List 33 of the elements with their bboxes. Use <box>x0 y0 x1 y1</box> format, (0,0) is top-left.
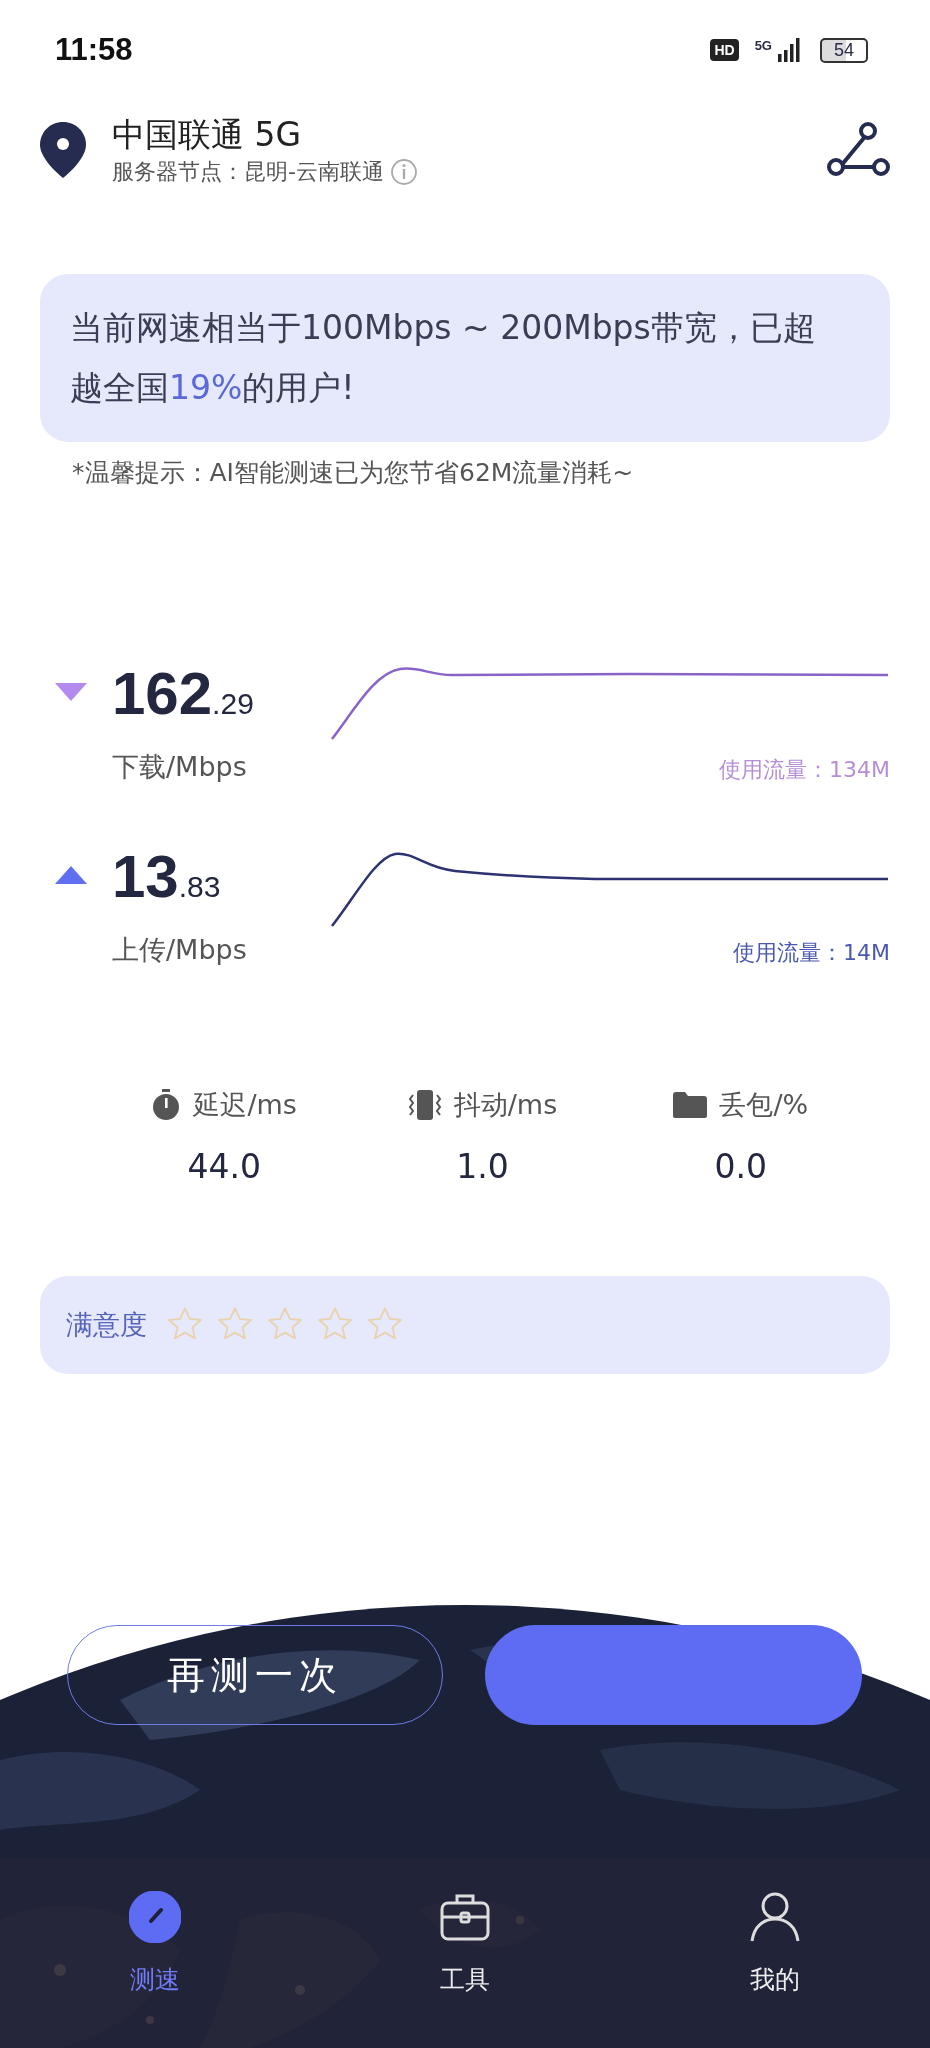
speedometer-icon <box>129 1891 181 1943</box>
data-usage: 使用流量：134M <box>719 756 890 784</box>
speed-value: 162.29 <box>112 659 254 729</box>
share-icon[interactable] <box>826 121 890 179</box>
tip-text: *温馨提示：AI智能测速已为您节省62M流量消耗~ <box>72 457 635 489</box>
user-icon <box>749 1891 801 1943</box>
server-label: 服务器节点：昆明-云南联通 <box>112 158 384 186</box>
data-usage: 使用流量：14M <box>733 939 890 967</box>
speed-value: 13.83 <box>112 842 222 912</box>
nav-tab[interactable]: 测速 <box>0 1858 310 2048</box>
metric-label: 延迟/ms <box>193 1088 297 1122</box>
nav-tab[interactable]: 工具 <box>310 1858 620 2048</box>
network-type: 5G <box>754 37 772 53</box>
carrier-name: 中国联通 5G <box>112 114 303 156</box>
speed-unit: 下载/Mbps <box>112 750 248 784</box>
location-pin-icon <box>38 120 88 180</box>
battery-indicator: 54 <box>819 37 868 63</box>
vibration-icon <box>407 1089 442 1121</box>
info-icon[interactable] <box>389 158 418 186</box>
metric-label: 丢包/% <box>719 1088 809 1122</box>
clock-time: 11:58 <box>55 32 133 68</box>
hd-badge: HD <box>710 39 739 61</box>
nav-tab[interactable]: 我的 <box>620 1858 930 2048</box>
metric-value: 1.0 <box>456 1147 509 1186</box>
metric-value: 44.0 <box>187 1147 261 1186</box>
folder-icon <box>673 1091 708 1119</box>
metric-value: 0.0 <box>714 1147 768 1186</box>
stopwatch-icon <box>151 1089 182 1121</box>
metric-label: 抖动/ms <box>453 1088 558 1122</box>
signal-icon <box>777 38 800 62</box>
rating-label: 满意度 <box>66 1308 147 1342</box>
result-summary: 当前网速相当于100Mbps ~ 200Mbps带宽，已超越全国19%的用户! <box>70 307 817 409</box>
speed-unit: 上传/Mbps <box>112 933 247 967</box>
